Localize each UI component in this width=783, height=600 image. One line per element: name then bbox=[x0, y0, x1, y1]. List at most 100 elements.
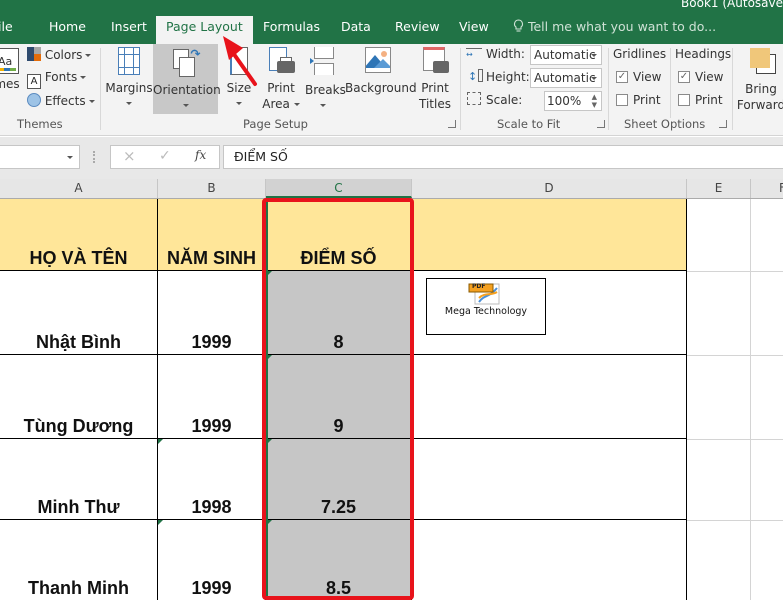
scale-spinner[interactable]: 100% ▲ ▼ bbox=[544, 91, 602, 111]
table-cell-birth-year[interactable]: 1998 bbox=[158, 439, 265, 519]
bring-forward-label-2: Forward bbox=[736, 98, 783, 112]
embedded-pdf-object[interactable]: PDF Mega Technology bbox=[426, 278, 546, 335]
embedded-object-label: Mega Technology bbox=[444, 306, 528, 317]
gridlines-view-checkbox[interactable]: ✓ bbox=[616, 71, 628, 83]
column-header-f[interactable]: F bbox=[751, 179, 783, 198]
margins-button[interactable]: Margins bbox=[104, 44, 154, 114]
gridline bbox=[687, 439, 783, 440]
height-value: Automatic bbox=[534, 71, 596, 85]
scale-icon bbox=[467, 92, 481, 105]
name-box[interactable] bbox=[0, 145, 80, 169]
scale-to-fit-launcher-icon[interactable] bbox=[597, 120, 605, 128]
orientation-button[interactable]: ↷ Orientation bbox=[153, 44, 221, 114]
width-dropdown[interactable]: Automatic bbox=[530, 45, 602, 65]
bring-forward-label-1: Bring bbox=[745, 82, 777, 96]
margins-icon bbox=[118, 47, 140, 75]
orientation-caret-icon bbox=[182, 104, 189, 107]
background-icon bbox=[365, 47, 391, 73]
print-titles-label-2: Titles bbox=[419, 97, 451, 111]
tab-data[interactable]: Data bbox=[341, 16, 371, 42]
breaks-label: Breaks bbox=[305, 83, 346, 97]
column-header-b[interactable]: B bbox=[158, 179, 266, 198]
breaks-caret-icon bbox=[320, 104, 326, 107]
group-separator bbox=[608, 48, 609, 130]
gridlines-view-label: View bbox=[633, 70, 662, 84]
width-value: Automatic bbox=[534, 48, 596, 62]
column-header-c[interactable]: C bbox=[266, 179, 412, 198]
sheet-options-group-label: Sheet Options bbox=[624, 117, 706, 131]
formula-input[interactable]: ĐIỂM SỐ bbox=[223, 145, 783, 169]
red-arrow-annotation bbox=[223, 36, 257, 86]
headings-view-checkbox[interactable]: ✓ bbox=[678, 71, 690, 83]
column-header-e[interactable]: E bbox=[687, 179, 751, 198]
ribbon-tab-bar: Book1 (Autosave ile Home Insert Page Lay… bbox=[0, 0, 783, 44]
tab-formulas[interactable]: Formulas bbox=[263, 16, 320, 42]
tab-review[interactable]: Review bbox=[395, 16, 440, 42]
width-icon: ↔ bbox=[466, 48, 482, 61]
height-icon: ↕ bbox=[468, 69, 484, 84]
table-cell-birth-year[interactable]: 1999 bbox=[158, 271, 265, 354]
header-cell-name[interactable]: HỌ VÀ TÊN bbox=[0, 199, 157, 270]
column-header-d[interactable]: D bbox=[412, 179, 687, 198]
group-separator bbox=[670, 48, 671, 118]
print-titles-button[interactable]: Print Titles bbox=[415, 44, 455, 114]
spin-arrows-icon[interactable]: ▲ ▼ bbox=[592, 93, 597, 109]
headings-print-label: Print bbox=[695, 93, 723, 107]
scale-value: 100% bbox=[547, 94, 582, 108]
insert-function-icon[interactable]: fx bbox=[195, 148, 206, 162]
column-header-a[interactable]: A bbox=[0, 179, 158, 198]
themes-label: mes bbox=[0, 77, 20, 91]
bring-forward-button[interactable]: Bring Forward bbox=[736, 44, 783, 114]
tab-file[interactable]: ile bbox=[0, 16, 13, 42]
window-title: Book1 (Autosave bbox=[681, 0, 783, 10]
formula-buttons: × ✓ fx bbox=[110, 145, 220, 169]
colors-button[interactable]: Colors bbox=[27, 47, 92, 65]
pdf-file-icon: PDF bbox=[467, 282, 505, 306]
table-cell-name[interactable]: Minh Thư bbox=[0, 439, 157, 519]
breaks-icon bbox=[310, 47, 336, 77]
header-cell-birth-year[interactable]: NĂM SINH bbox=[158, 199, 265, 270]
print-area-label-1: Print bbox=[267, 81, 295, 95]
table-cell-name[interactable]: Thanh Minh bbox=[0, 520, 157, 600]
enter-icon[interactable]: ✓ bbox=[159, 148, 171, 164]
gridline bbox=[687, 271, 783, 272]
height-dropdown[interactable]: Automatic bbox=[530, 68, 602, 88]
page-setup-group-label: Page Setup bbox=[243, 117, 308, 131]
table-cell-name[interactable]: Tùng Dương bbox=[0, 355, 157, 438]
effects-icon bbox=[27, 93, 41, 107]
tell-me-search[interactable]: Tell me what you want to do... bbox=[513, 16, 716, 40]
page-setup-launcher-icon[interactable] bbox=[448, 120, 456, 128]
background-button[interactable]: Background bbox=[345, 44, 417, 114]
themes-button[interactable]: Aa mes bbox=[0, 44, 22, 114]
tab-home[interactable]: Home bbox=[49, 16, 86, 42]
table-cell-name[interactable]: Nhật Bình bbox=[0, 271, 157, 354]
effects-button[interactable]: Effects bbox=[27, 93, 95, 111]
width-caret-icon bbox=[591, 54, 597, 57]
table-cell-birth-year[interactable]: 1999 bbox=[158, 355, 265, 438]
colors-label: Colors bbox=[44, 48, 83, 62]
margins-caret-icon bbox=[126, 102, 132, 105]
pdf-badge: PDF bbox=[472, 283, 486, 290]
scale-to-fit-group-label: Scale to Fit bbox=[497, 117, 561, 131]
lightbulb-icon bbox=[513, 19, 528, 34]
breaks-button[interactable]: Breaks bbox=[305, 44, 346, 114]
gridlines-print-checkbox[interactable] bbox=[616, 94, 628, 106]
scale-label: Scale: bbox=[486, 93, 523, 107]
headings-print-checkbox[interactable] bbox=[678, 94, 690, 106]
colors-icon bbox=[27, 47, 41, 61]
print-area-icon bbox=[267, 47, 295, 77]
table-cell-birth-year[interactable]: 1999 bbox=[158, 520, 265, 600]
print-area-button[interactable]: Print Area bbox=[260, 44, 302, 114]
print-area-caret-icon bbox=[293, 103, 300, 106]
gridlines-label: Gridlines bbox=[613, 47, 667, 61]
margins-label: Margins bbox=[105, 81, 153, 95]
fonts-button[interactable]: A Fonts bbox=[27, 70, 87, 89]
size-caret-icon bbox=[236, 102, 242, 105]
tab-insert[interactable]: Insert bbox=[111, 16, 147, 42]
tab-view[interactable]: View bbox=[459, 16, 489, 42]
cancel-icon[interactable]: × bbox=[123, 147, 136, 165]
sheet-options-launcher-icon[interactable] bbox=[719, 120, 727, 128]
name-box-caret-icon[interactable] bbox=[67, 156, 73, 159]
gridline bbox=[750, 199, 751, 600]
print-titles-label-1: Print bbox=[421, 81, 449, 95]
